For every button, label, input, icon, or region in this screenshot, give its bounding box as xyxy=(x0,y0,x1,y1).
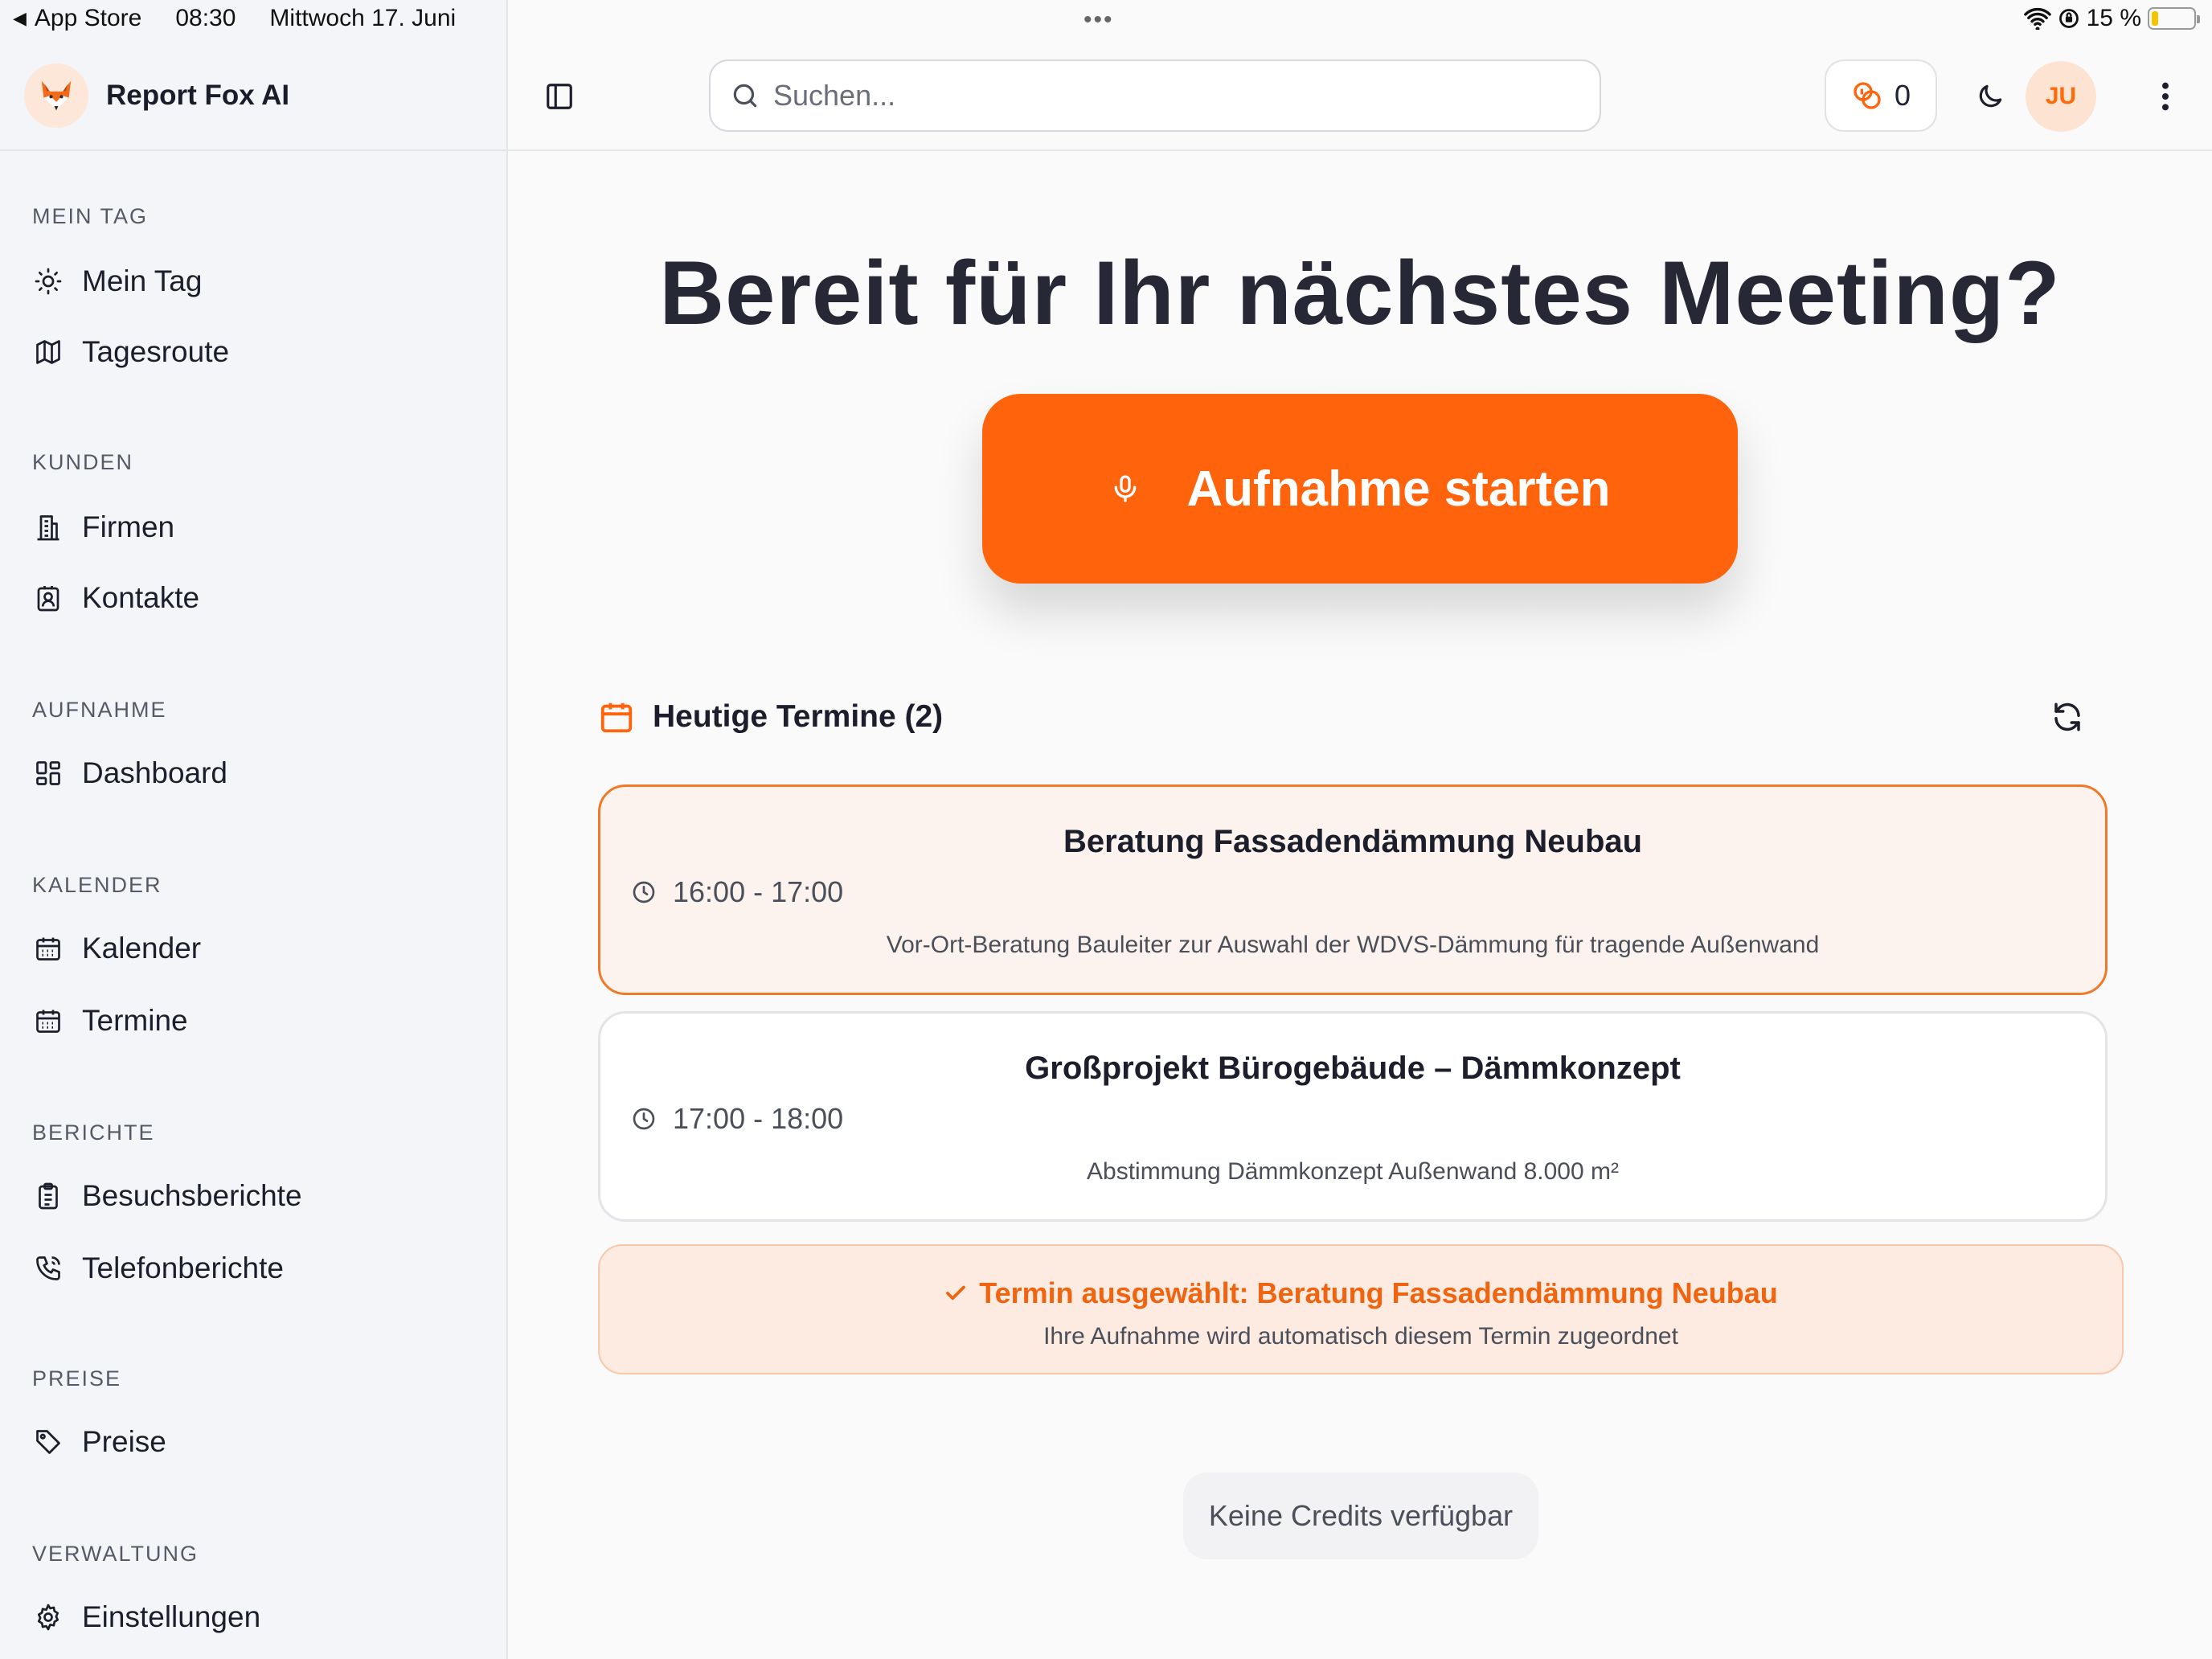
search-icon xyxy=(730,80,760,111)
sidebar-item-tagesroute[interactable]: Tagesroute xyxy=(19,322,485,383)
no-credits-badge: Keine Credits verfügbar xyxy=(1183,1473,1538,1559)
search-box[interactable] xyxy=(709,59,1601,132)
sidebar: Report Fox AI MEIN TAG Mein Tag Tagesrou… xyxy=(0,0,508,1659)
sidebar-item-firmen[interactable]: Firmen xyxy=(19,497,485,558)
map-icon xyxy=(32,336,64,368)
moon-icon xyxy=(1975,81,2005,112)
sidebar-item-label: Telefonberichte xyxy=(82,1251,284,1284)
nav-heading-kalender: KALENDER xyxy=(32,873,162,897)
appointment-card[interactable]: Beratung Fassadendämmung Neubau 16:00 - … xyxy=(598,784,2108,995)
clock-icon xyxy=(631,1106,657,1132)
sidebar-item-kalender[interactable]: Kalender xyxy=(19,918,485,979)
avatar[interactable]: JU xyxy=(2026,61,2096,132)
sidebar-item-termine[interactable]: Termine xyxy=(19,990,485,1051)
contact-icon xyxy=(32,582,64,614)
appointments-title: Heutige Termine (2) xyxy=(653,699,944,734)
sidebar-item-dashboard[interactable]: Dashboard xyxy=(19,743,485,804)
appointments-header: Heutige Termine (2) xyxy=(598,693,2111,741)
nav-heading-verwaltung: VERWALTUNG xyxy=(32,1542,199,1566)
credits-button[interactable]: 0 xyxy=(1825,59,1937,132)
calendar-icon xyxy=(598,698,635,735)
sidebar-item-einstellungen[interactable]: Einstellungen xyxy=(19,1587,485,1648)
status-date: Mittwoch 17. Juni xyxy=(269,5,457,31)
appointment-description: Abstimmung Dämmkonzept Außenwand 8.000 m… xyxy=(1087,1158,1619,1185)
phone-icon xyxy=(32,1252,64,1284)
battery-icon xyxy=(2148,7,2200,30)
appointment-time: 16:00 - 17:00 xyxy=(673,875,844,908)
orientation-lock-icon xyxy=(2058,7,2080,30)
calendar-icon xyxy=(32,932,64,965)
appointment-title: Beratung Fassadendämmung Neubau xyxy=(1063,824,1643,859)
back-arrow-icon[interactable]: ◀ xyxy=(13,8,27,29)
sidebar-item-label: Besuchsberichte xyxy=(82,1179,302,1212)
appointment-description: Vor-Ort-Beratung Bauleiter zur Auswahl d… xyxy=(886,932,1820,958)
page-title: Bereit für Ihr nächstes Meeting? xyxy=(659,243,2061,343)
sun-icon xyxy=(32,265,64,297)
sidebar-item-label: Dashboard xyxy=(82,756,228,789)
credits-count: 0 xyxy=(1894,79,1911,112)
sidebar-item-mein-tag[interactable]: Mein Tag xyxy=(19,251,485,312)
tag-icon xyxy=(32,1426,64,1458)
sidebar-item-label: Firmen xyxy=(82,510,175,543)
coins-icon xyxy=(1851,80,1883,112)
dashboard-icon xyxy=(32,757,64,789)
gear-icon xyxy=(32,1601,64,1633)
building-icon xyxy=(32,511,64,543)
status-time: 08:30 xyxy=(175,5,236,31)
nav-heading-berichte: BERICHTE xyxy=(32,1120,155,1145)
sidebar-item-label: Kontakte xyxy=(82,581,200,614)
start-recording-button[interactable]: Aufnahme starten xyxy=(982,394,1738,584)
search-input[interactable] xyxy=(773,79,1497,113)
sidebar-item-kontakte[interactable]: Kontakte xyxy=(19,567,485,629)
wifi-icon xyxy=(2023,7,2051,30)
sidebar-item-label: Preise xyxy=(82,1425,166,1458)
nav-heading-aufnahme: AUFNAHME xyxy=(32,698,167,722)
multitasking-dots-icon[interactable]: ••• xyxy=(1083,6,1114,34)
selection-banner-title: Termin ausgewählt: Beratung Fassadendämm… xyxy=(979,1276,1778,1309)
sidebar-item-label: Mein Tag xyxy=(82,264,203,297)
sidebar-item-label: Kalender xyxy=(82,932,202,965)
status-bar: ◀ App Store 08:30 Mittwoch 17. Juni ••• … xyxy=(0,0,2212,42)
refresh-icon[interactable] xyxy=(2048,698,2087,736)
sidebar-item-telefonberichte[interactable]: Telefonberichte xyxy=(19,1238,485,1299)
nav-heading-preise: PREISE xyxy=(32,1366,122,1391)
sidebar-item-besuchsberichte[interactable]: Besuchsberichte xyxy=(19,1165,485,1227)
dark-mode-toggle[interactable] xyxy=(1968,74,2013,119)
back-app-label[interactable]: App Store xyxy=(35,5,141,32)
battery-percentage: 15 % xyxy=(2086,5,2141,31)
fox-icon xyxy=(24,63,88,128)
selection-banner: Termin ausgewählt: Beratung Fassadendämm… xyxy=(598,1244,2124,1374)
appointment-card[interactable]: Großprojekt Bürogebäude – Dämmkonzept 17… xyxy=(598,1011,2108,1222)
nav-heading-mein-tag: MEIN TAG xyxy=(32,204,149,228)
selection-banner-subtitle: Ihre Aufnahme wird automatisch diesem Te… xyxy=(1043,1323,1678,1350)
sidebar-item-preise[interactable]: Preise xyxy=(19,1411,485,1473)
appointment-time: 17:00 - 18:00 xyxy=(673,1102,844,1135)
more-menu-icon[interactable] xyxy=(2143,74,2188,119)
calendar-icon xyxy=(32,1005,64,1037)
sidebar-item-label: Einstellungen xyxy=(82,1600,261,1633)
clock-icon xyxy=(631,879,657,905)
sidebar-item-label: Termine xyxy=(82,1004,188,1037)
microphone-icon xyxy=(1109,471,1141,506)
sidebar-toggle-icon[interactable] xyxy=(540,77,579,116)
check-icon xyxy=(944,1281,968,1305)
brand-header[interactable]: Report Fox AI xyxy=(0,42,508,151)
nav-heading-kunden: KUNDEN xyxy=(32,450,134,474)
clipboard-icon xyxy=(32,1180,64,1212)
top-bar: 0 JU xyxy=(508,42,2212,151)
appointment-title: Großprojekt Bürogebäude – Dämmkonzept xyxy=(1025,1051,1681,1086)
start-recording-label: Aufnahme starten xyxy=(1186,461,1611,517)
sidebar-item-label: Tagesroute xyxy=(82,335,230,368)
brand-name: Report Fox AI xyxy=(106,80,290,111)
